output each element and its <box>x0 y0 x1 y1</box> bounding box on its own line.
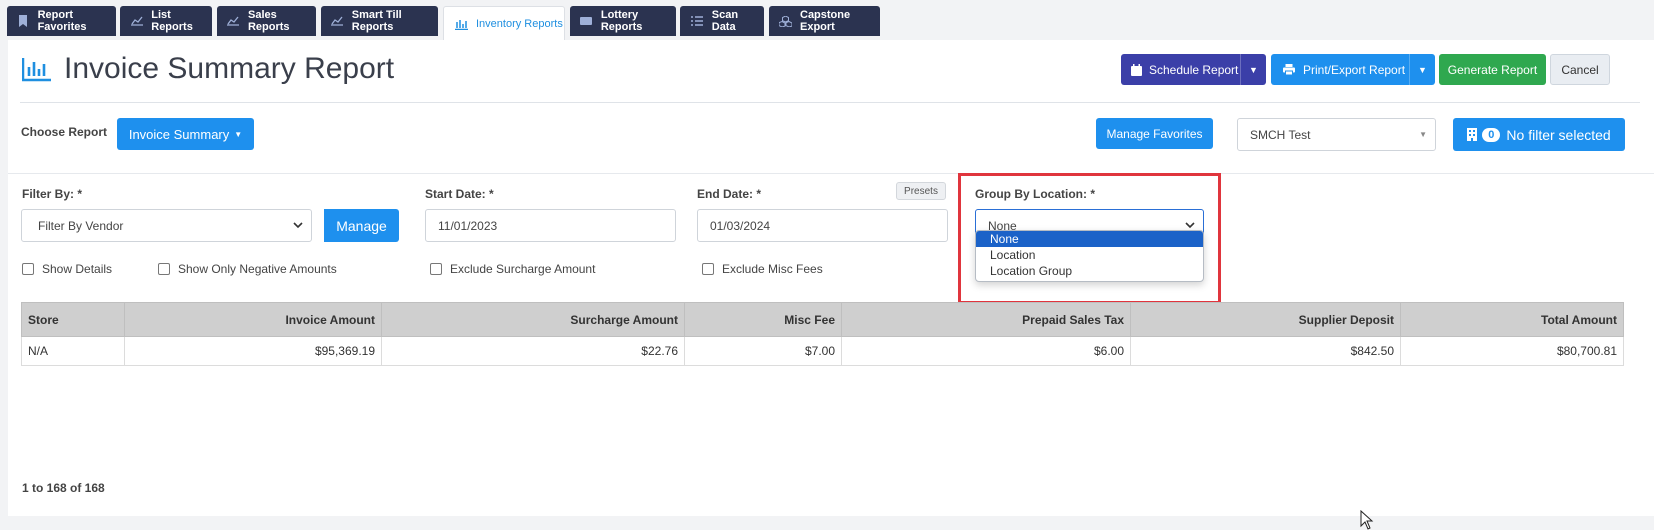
highlight-box <box>958 173 1221 304</box>
ticket-icon <box>580 14 593 28</box>
presets-button[interactable]: Presets <box>896 182 946 200</box>
filter-count-badge: 0 <box>1482 127 1501 142</box>
chart-line-icon <box>227 14 240 28</box>
bar-chart-icon <box>22 58 51 82</box>
start-date-label: Start Date: * <box>425 187 494 201</box>
calendar-icon <box>1131 63 1142 76</box>
show-details-checkbox[interactable]: Show Details <box>22 262 112 276</box>
store-select[interactable]: SMCH Test ▼ <box>1237 118 1436 151</box>
tab-lottery-reports[interactable]: Lottery Reports <box>570 6 676 36</box>
printer-icon <box>1283 64 1295 75</box>
column-header-surcharge-amount[interactable]: Surcharge Amount <box>381 302 685 337</box>
bookmark-icon <box>17 14 30 28</box>
manage-filter-button[interactable]: Manage <box>324 209 399 242</box>
filter-status-button[interactable]: 0 No filter selected <box>1453 118 1625 151</box>
print-dropdown-caret[interactable]: ▼ <box>1409 54 1435 85</box>
exclude-misc-fees-checkbox[interactable]: Exclude Misc Fees <box>702 262 823 276</box>
cell-store: N/A <box>21 336 125 366</box>
bar-chart-icon <box>454 17 468 31</box>
choose-report-dropdown[interactable]: Invoice Summary ▼ <box>117 118 254 150</box>
divider <box>8 173 1654 174</box>
filter-by-select[interactable]: Filter By Vendor <box>21 209 312 242</box>
chevron-down-icon <box>293 221 303 232</box>
report-panel: Invoice Summary Report Schedule Report ▼… <box>8 40 1654 530</box>
show-only-negative-checkbox[interactable]: Show Only Negative Amounts <box>158 262 337 276</box>
print-export-button[interactable]: Print/Export Report ▼ <box>1271 54 1435 85</box>
cell-supplier-deposit: $842.50 <box>1130 336 1401 366</box>
table-header-row: Store Invoice Amount Surcharge Amount Mi… <box>21 302 1624 337</box>
table-row: N/A $95,369.19 $22.76 $7.00 $6.00 $842.5… <box>21 336 1624 366</box>
cancel-button[interactable]: Cancel <box>1550 54 1610 85</box>
chart-line-icon <box>331 14 344 28</box>
exclude-surcharge-checkbox[interactable]: Exclude Surcharge Amount <box>430 262 595 276</box>
tab-smart-till-reports[interactable]: Smart Till Reports <box>321 6 438 36</box>
column-header-supplier-deposit[interactable]: Supplier Deposit <box>1130 302 1401 337</box>
caret-down-icon: ▼ <box>234 129 243 139</box>
start-date-input[interactable]: 11/01/2023 <box>425 209 676 242</box>
chart-line-icon <box>130 14 143 28</box>
manage-favorites-button[interactable]: Manage Favorites <box>1096 118 1213 149</box>
cell-misc-fee: $7.00 <box>684 336 842 366</box>
generate-report-button[interactable]: Generate Report <box>1439 54 1546 85</box>
report-tab-bar: Report Favorites List Reports Sales Repo… <box>0 0 1654 41</box>
tab-list-reports[interactable]: List Reports <box>120 6 212 36</box>
column-header-prepaid-sales-tax[interactable]: Prepaid Sales Tax <box>841 302 1131 337</box>
filter-by-label: Filter By: * <box>22 187 83 201</box>
column-header-total-amount[interactable]: Total Amount <box>1400 302 1624 337</box>
cell-invoice-amount: $95,369.19 <box>124 336 382 366</box>
list-icon <box>690 14 704 28</box>
schedule-dropdown-caret[interactable]: ▼ <box>1240 54 1266 85</box>
column-header-invoice-amount[interactable]: Invoice Amount <box>124 302 382 337</box>
pagination-summary: 1 to 168 of 168 <box>22 481 105 495</box>
divider <box>20 102 1640 103</box>
schedule-report-button[interactable]: Schedule Report ▼ <box>1121 54 1266 85</box>
column-header-store[interactable]: Store <box>21 302 125 337</box>
cell-surcharge-amount: $22.76 <box>381 336 685 366</box>
cubes-icon <box>779 14 792 28</box>
building-icon <box>1467 128 1478 141</box>
page-title: Invoice Summary Report <box>64 52 395 85</box>
tab-inventory-reports[interactable]: Inventory Reports <box>443 6 565 41</box>
tab-capstone-export[interactable]: Capstone Export <box>769 6 880 36</box>
cell-total-amount: $80,700.81 <box>1400 336 1624 366</box>
tab-scan-data[interactable]: Scan Data <box>680 6 764 36</box>
cell-prepaid-sales-tax: $6.00 <box>841 336 1131 366</box>
column-header-misc-fee[interactable]: Misc Fee <box>684 302 842 337</box>
invoice-summary-table: Store Invoice Amount Surcharge Amount Mi… <box>21 302 1624 366</box>
choose-report-label: Choose Report <box>21 125 108 139</box>
end-date-label: End Date: * <box>697 187 762 201</box>
mouse-cursor-icon <box>1360 510 1374 530</box>
tab-report-favorites[interactable]: Report Favorites <box>7 6 116 36</box>
caret-down-icon: ▼ <box>1419 130 1427 139</box>
end-date-input[interactable]: 01/03/2024 <box>697 209 948 242</box>
tab-sales-reports[interactable]: Sales Reports <box>217 6 316 36</box>
